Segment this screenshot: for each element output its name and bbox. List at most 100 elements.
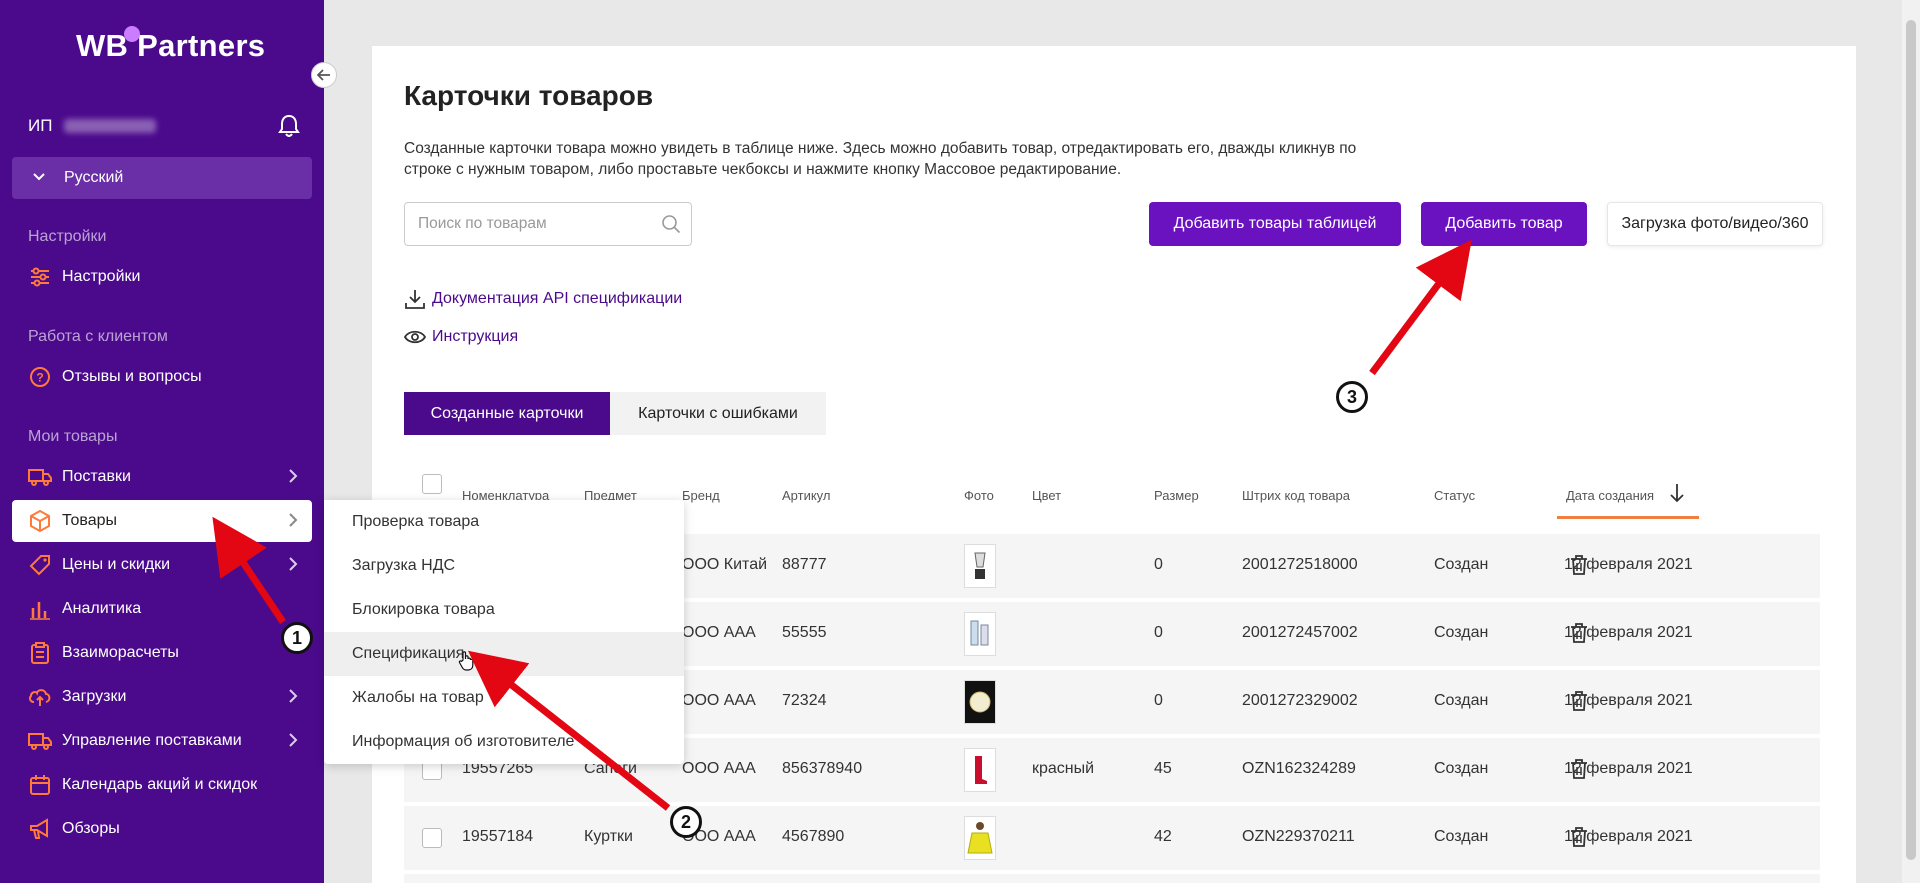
cell-barcode: 2001272329002 xyxy=(1242,692,1358,709)
sidebar-item-reviews[interactable]: ? Отзывы и вопросы xyxy=(12,356,312,398)
cell-size: 0 xyxy=(1154,556,1163,573)
user-name-blurred xyxy=(64,119,157,133)
api-doc-link-label: Документация API спецификации xyxy=(432,290,683,307)
column-header-status[interactable]: Статус xyxy=(1434,488,1475,503)
select-all-checkbox[interactable] xyxy=(422,474,442,494)
page-title: Карточки товаров xyxy=(404,80,654,111)
add-item-button[interactable]: Добавить товар xyxy=(1421,202,1587,246)
bell-icon[interactable] xyxy=(278,114,300,143)
user-row: ИП xyxy=(28,112,300,140)
upload-media-button[interactable]: Загрузка фото/видео/360 xyxy=(1607,202,1823,246)
search-box xyxy=(404,202,692,246)
chevron-right-icon xyxy=(288,688,298,709)
svg-text:?: ? xyxy=(36,371,43,385)
sidebar-item-supplies[interactable]: Поставки xyxy=(12,456,312,498)
api-doc-link[interactable]: Документация API спецификации xyxy=(404,288,682,310)
sidebar-item-label: Аналитика xyxy=(62,600,142,617)
chart-icon xyxy=(28,597,52,621)
sidebar-item-goods[interactable]: Товары xyxy=(12,500,312,542)
cell-size: 0 xyxy=(1154,624,1163,641)
section-title-clients: Работа с клиентом xyxy=(28,328,168,345)
submenu-item-check[interactable]: Проверка товара xyxy=(324,500,684,544)
sidebar-item-label: Поставки xyxy=(62,468,131,485)
section-title-settings: Настройки xyxy=(28,228,107,245)
user-name: ИП xyxy=(28,116,53,135)
search-input[interactable] xyxy=(405,203,645,245)
logo[interactable]: WB Partners xyxy=(76,26,265,64)
sidebar-item-promo-calendar[interactable]: Календарь акций и скидок xyxy=(12,764,312,806)
submenu-item-specification[interactable]: Спецификация xyxy=(324,632,684,676)
cell-status: Создан xyxy=(1434,624,1489,641)
megaphone-icon xyxy=(28,817,52,841)
sidebar-item-settlements[interactable]: Взаиморасчеты xyxy=(12,632,312,674)
cell-barcode: OZN229370211 xyxy=(1242,828,1355,845)
cell-brand: ООО ААА xyxy=(682,692,756,709)
sidebar-item-reviews-overview[interactable]: Обзоры xyxy=(12,808,312,850)
trash-icon[interactable] xyxy=(1569,622,1589,649)
section-title-my-goods: Мои товары xyxy=(28,428,118,445)
sidebar-item-supply-management[interactable]: Управление поставками xyxy=(12,720,312,762)
cell-brand: ООО ААА xyxy=(682,760,756,777)
cell-barcode: 2001272457002 xyxy=(1242,624,1358,641)
trash-icon[interactable] xyxy=(1569,826,1589,853)
instruction-link[interactable]: Инструкция xyxy=(404,328,518,346)
search-icon[interactable] xyxy=(661,214,681,239)
chevron-right-icon xyxy=(288,556,298,577)
page-description: Созданные карточки товара можно увидеть … xyxy=(404,140,1357,178)
trash-icon[interactable] xyxy=(1569,690,1589,717)
column-header-size[interactable]: Размер xyxy=(1154,488,1199,503)
sidebar: WB Partners ИП Русский Настройки Настрой… xyxy=(0,0,324,883)
column-header-color[interactable]: Цвет xyxy=(1032,488,1061,503)
sort-indicator xyxy=(1557,516,1699,519)
product-photo xyxy=(964,680,996,724)
cell-brand: ООО ААА xyxy=(682,624,756,641)
tab-created-cards[interactable]: Созданные карточки xyxy=(404,392,610,435)
cell-size: 0 xyxy=(1154,692,1163,709)
column-header-article[interactable]: Артикул xyxy=(782,488,830,503)
trash-icon[interactable] xyxy=(1569,758,1589,785)
sidebar-item-prices[interactable]: Цены и скидки xyxy=(12,544,312,586)
scrollbar-thumb[interactable] xyxy=(1906,20,1916,860)
product-photo xyxy=(964,748,996,792)
cell-nm: 19557184 xyxy=(462,828,534,845)
submenu-item-manufacturer[interactable]: Информация об изготовителе xyxy=(324,720,684,764)
cell-color: красный xyxy=(1032,760,1095,777)
row-checkbox[interactable] xyxy=(422,828,442,848)
cell-subject: Куртки xyxy=(584,828,633,845)
chevron-right-icon xyxy=(288,468,298,489)
collapse-sidebar-button[interactable] xyxy=(311,62,337,88)
column-header-barcode[interactable]: Штрих код товара xyxy=(1242,488,1350,503)
annotation-badge-1: 1 xyxy=(281,622,313,654)
submenu-item-vat[interactable]: Загрузка НДС xyxy=(324,544,684,588)
cell-status: Создан xyxy=(1434,692,1489,709)
clipboard-icon xyxy=(28,641,52,665)
tag-icon xyxy=(28,553,52,577)
annotation-badge-3: 3 xyxy=(1336,381,1368,413)
sidebar-item-label: Управление поставками xyxy=(62,732,242,749)
language-label: Русский xyxy=(64,169,124,186)
sort-arrow-down-icon[interactable] xyxy=(1668,482,1686,509)
column-header-date[interactable]: Дата создания xyxy=(1566,488,1654,503)
page-scrollbar[interactable] xyxy=(1902,0,1920,883)
sidebar-item-settings[interactable]: Настройки xyxy=(12,256,312,298)
tab-error-cards[interactable]: Карточки с ошибками xyxy=(610,392,826,435)
trash-icon[interactable] xyxy=(1569,554,1589,581)
column-header-brand[interactable]: Бренд xyxy=(682,488,720,503)
cell-article: 72324 xyxy=(782,692,827,709)
sidebar-item-analytics[interactable]: Аналитика xyxy=(12,588,312,630)
chevron-right-icon xyxy=(288,512,298,533)
language-select[interactable]: Русский xyxy=(12,157,312,199)
chevron-right-icon xyxy=(288,732,298,753)
instruction-link-label: Инструкция xyxy=(432,328,519,345)
cell-article: 4567890 xyxy=(782,828,845,845)
table-row[interactable]: 19557184 Куртки ООО ААА 4567890 42 OZN22… xyxy=(404,806,1820,870)
product-photo xyxy=(964,816,996,860)
sidebar-item-label: Отзывы и вопросы xyxy=(62,368,202,385)
cell-size: 42 xyxy=(1154,828,1172,845)
sidebar-item-uploads[interactable]: Загрузки xyxy=(12,676,312,718)
submenu-item-block[interactable]: Блокировка товара xyxy=(324,588,684,632)
upload-cloud-icon xyxy=(28,685,52,709)
column-header-photo[interactable]: Фото xyxy=(964,488,994,503)
submenu-item-complaints[interactable]: Жалобы на товар xyxy=(324,676,684,720)
add-table-button[interactable]: Добавить товары таблицей xyxy=(1149,202,1401,246)
